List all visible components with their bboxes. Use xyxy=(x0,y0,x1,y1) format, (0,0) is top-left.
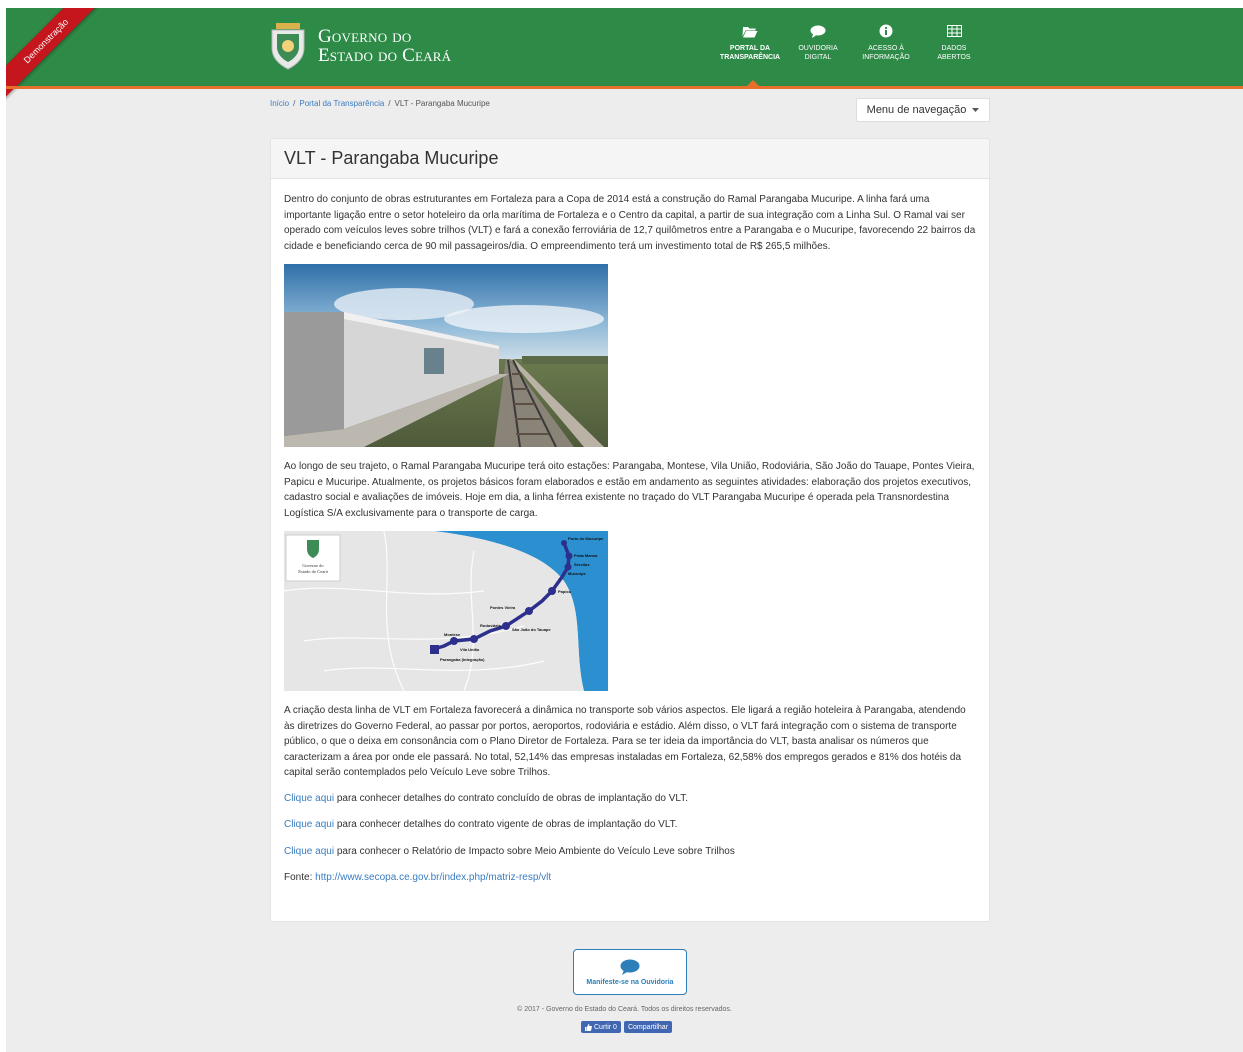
station-marker xyxy=(548,587,556,595)
link-description: para conhecer o Relatório de Impacto sob… xyxy=(334,845,735,857)
page-frame: Demonstração Governo do Estado do Ceará … xyxy=(6,8,1243,1052)
main-nav: Portal da Transparência Ouvidoria Digital … xyxy=(716,18,988,87)
caret-down-icon xyxy=(972,108,980,112)
map-station-label: Parangaba (Integração) xyxy=(440,657,485,662)
breadcrumb-separator: / xyxy=(293,99,296,108)
facebook-share-button[interactable]: Compartilhar xyxy=(623,1021,673,1033)
map-station-label: Praia Mansa xyxy=(574,553,598,558)
vlt-route-map: Governo do Estado do Ceará Porto do Mucu… xyxy=(284,531,608,691)
map-station-label: Porto do Mucuripe xyxy=(568,536,604,541)
map-station-label: Montese xyxy=(444,632,461,637)
station-marker xyxy=(525,607,533,615)
map-station-label: São João do Tauape xyxy=(512,627,551,632)
link-description: para conhecer detalhes do contrato concl… xyxy=(334,792,688,804)
nav-label-2: Digital xyxy=(804,54,832,61)
map-station-label: Rodoviária xyxy=(480,623,501,628)
crest-icon xyxy=(271,23,305,70)
content-panel: VLT - Parangaba Mucuripe Dentro do conju… xyxy=(270,138,990,922)
nav-label-1: Ouvidoria xyxy=(798,45,838,52)
menu-button-label: Menu de navegação xyxy=(866,104,967,116)
link-description: para conhecer detalhes do contrato vigen… xyxy=(334,819,678,830)
logo-text: Governo do Estado do Ceará xyxy=(318,27,451,65)
social-buttons: Curtir 0 Compartilhar xyxy=(581,1021,673,1033)
nav-ouvidoria-digital[interactable]: Ouvidoria Digital xyxy=(784,18,852,62)
station-marker xyxy=(564,563,572,571)
station-marker xyxy=(470,635,478,643)
nav-portal-transparencia[interactable]: Portal da Transparência xyxy=(716,18,784,87)
logo-line-1: Governo do xyxy=(318,26,412,47)
station-marker xyxy=(561,540,567,546)
demo-ribbon: Demonstração xyxy=(6,8,111,106)
info-icon xyxy=(879,24,893,38)
map-station-label: Vila União xyxy=(460,647,480,652)
table-icon xyxy=(946,25,962,37)
map-station-label: Papicu xyxy=(558,589,572,594)
share-label: Compartilhar xyxy=(627,1023,669,1031)
route-map-illustration: Governo do Estado do Ceará Porto do Mucu… xyxy=(284,531,608,691)
navigation-menu-button[interactable]: Menu de navegação xyxy=(856,98,990,122)
nav-label-2: Transparência xyxy=(719,54,781,61)
intro-paragraph: Dentro do conjunto de obras estruturante… xyxy=(284,194,976,252)
nav-dados-abertos[interactable]: Dados Abertos xyxy=(920,18,988,62)
station-marker xyxy=(565,552,573,560)
top-header: Demonstração Governo do Estado do Ceará … xyxy=(6,8,1243,106)
facebook-like-button[interactable]: Curtir 0 xyxy=(581,1021,621,1033)
source-link[interactable]: http://www.secopa.ce.gov.br/index.php/ma… xyxy=(315,872,551,883)
nav-label-1: Acesso à xyxy=(868,45,904,52)
folder-open-icon xyxy=(742,26,758,37)
map-station-label: Pontes Vieira xyxy=(490,605,516,610)
station-marker xyxy=(502,622,510,630)
thumbs-up-icon xyxy=(585,1023,592,1031)
nav-acesso-informacao[interactable]: Acesso à Informação xyxy=(852,18,920,62)
map-logo-line-2: Estado do Ceará xyxy=(298,569,328,574)
map-station-label: Mucuripe xyxy=(568,571,587,576)
vlt-station-image xyxy=(284,264,608,447)
contract-current-line: Clique aqui para conhecer detalhes do co… xyxy=(284,817,976,833)
rima-report-link[interactable]: Clique aqui xyxy=(284,846,334,857)
source-line: Fonte: http://www.secopa.ce.gov.br/index… xyxy=(284,870,976,886)
vlt-station-illustration xyxy=(284,264,608,447)
nav-label-1: Portal da xyxy=(729,45,771,52)
breadcrumb: Início / Portal da Transparência / VLT -… xyxy=(270,99,490,108)
breadcrumb-portal[interactable]: Portal da Transparência xyxy=(299,99,384,108)
breadcrumb-current: VLT - Parangaba Mucuripe xyxy=(394,99,490,108)
stations-paragraph: Ao longo de seu trajeto, o Ramal Paranga… xyxy=(284,461,975,519)
rima-report-line: Clique aqui para conhecer o Relatório de… xyxy=(284,844,976,860)
like-label: Curtir 0 xyxy=(594,1023,617,1031)
map-logo-line-1: Governo do xyxy=(302,563,324,568)
speech-bubble-icon xyxy=(620,959,640,975)
source-label: Fonte: xyxy=(284,872,316,883)
panel-body: Dentro do conjunto de obras estruturante… xyxy=(271,179,989,910)
copyright-text: © 2017 - Governo do Estado do Ceará. Tod… xyxy=(517,1006,732,1013)
breadcrumb-separator: / xyxy=(388,99,391,108)
logo-line-2: Estado do Ceará xyxy=(318,45,452,66)
breadcrumb-home[interactable]: Início xyxy=(270,99,289,108)
gov-logo[interactable]: Governo do Estado do Ceará xyxy=(268,18,451,74)
page-title: VLT - Parangaba Mucuripe xyxy=(284,148,499,168)
ouvidoria-button[interactable]: Manifeste-se na Ouvidoria xyxy=(573,949,687,995)
station-marker xyxy=(450,637,458,645)
ouvidoria-label: Manifeste-se na Ouvidoria xyxy=(586,978,674,986)
map-station-label: Servilus xyxy=(574,562,590,567)
station-marker-terminal xyxy=(430,645,439,654)
speech-bubble-icon xyxy=(810,25,826,38)
contract-current-link[interactable]: Clique aqui xyxy=(284,819,334,830)
contract-concluded-line: Clique aqui para conhecer detalhes do co… xyxy=(284,791,976,807)
contract-concluded-link[interactable]: Clique aqui xyxy=(284,793,334,804)
panel-header: VLT - Parangaba Mucuripe xyxy=(271,139,989,179)
header-accent-line xyxy=(6,86,1243,89)
nav-label-2: Abertos xyxy=(937,54,971,61)
benefits-paragraph: A criação desta linha de VLT em Fortalez… xyxy=(284,705,966,778)
nav-label-1: Dados xyxy=(941,45,967,52)
nav-label-2: Informação xyxy=(862,54,910,61)
